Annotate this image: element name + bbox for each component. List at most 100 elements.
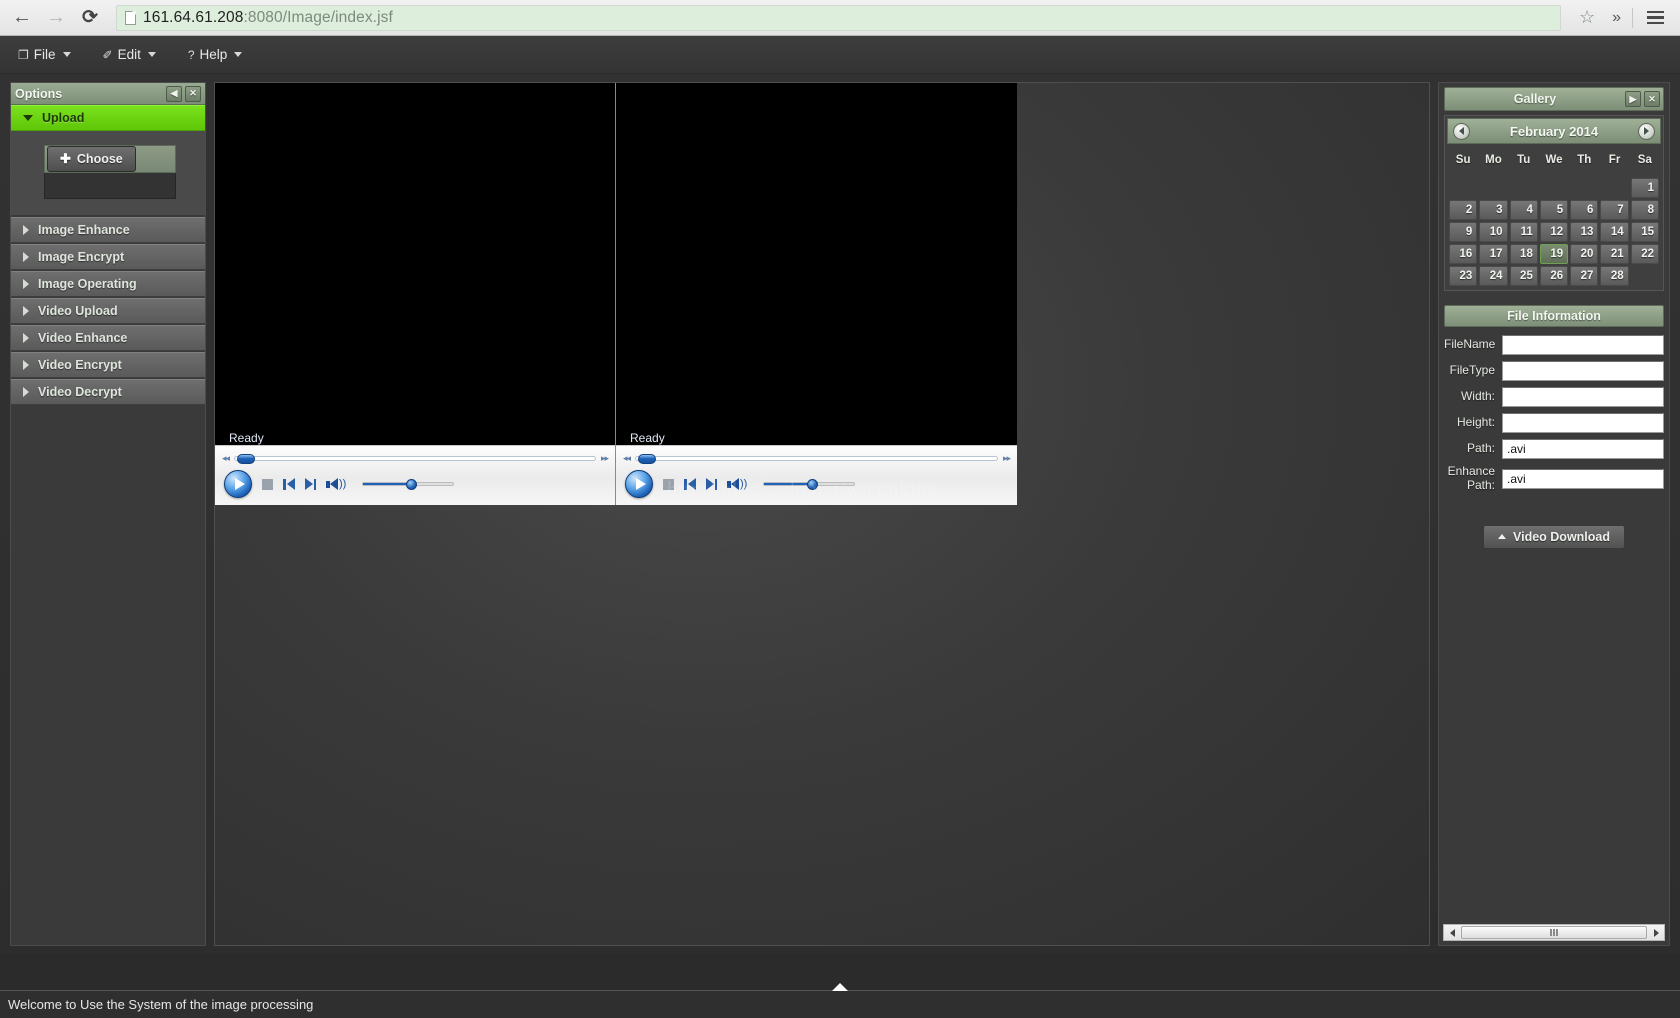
calendar-day[interactable]: 17: [1479, 244, 1508, 264]
next-button[interactable]: [304, 478, 316, 490]
field-width-input[interactable]: [1502, 387, 1664, 407]
play-button[interactable]: [224, 470, 252, 498]
menu-edit-label: Edit: [117, 47, 141, 62]
accordion-video-enhance[interactable]: Video Enhance: [11, 325, 205, 351]
play-button[interactable]: [625, 470, 653, 498]
calendar-day[interactable]: 23: [1449, 266, 1478, 286]
calendar-day[interactable]: 8: [1630, 200, 1659, 220]
scroll-right-button[interactable]: [1648, 925, 1664, 940]
field-path-input[interactable]: .avi: [1502, 439, 1664, 459]
calendar-day[interactable]: 21: [1600, 244, 1629, 264]
collapse-left-icon[interactable]: ◀: [166, 85, 182, 102]
calendar-next-month-button[interactable]: [1638, 122, 1655, 140]
calendar-day[interactable]: 7: [1600, 200, 1629, 220]
forward-icon[interactable]: →: [42, 4, 70, 32]
seek-thumb[interactable]: [237, 453, 256, 464]
calendar-day[interactable]: 5: [1539, 200, 1569, 220]
calendar-day[interactable]: 13: [1570, 222, 1599, 242]
rewind-icon[interactable]: ◂◂: [222, 453, 230, 464]
menu-help[interactable]: ? Help: [184, 44, 246, 65]
calendar-day[interactable]: 10: [1479, 222, 1508, 242]
calendar-day[interactable]: 20: [1570, 244, 1599, 264]
triangle-right-icon: [23, 279, 29, 289]
field-enhance-path-input[interactable]: .avi: [1502, 468, 1664, 489]
calendar-day[interactable]: 6: [1570, 200, 1599, 220]
video-surface-original[interactable]: [215, 83, 615, 423]
page-document-icon: [125, 10, 136, 25]
calendar-day[interactable]: 26: [1539, 266, 1569, 286]
workspace: Options ◀ ✕ Upload ✚ Choose Image Enhanc…: [0, 74, 1680, 954]
calendar-day[interactable]: 16: [1449, 244, 1478, 264]
calendar-day[interactable]: 25: [1509, 266, 1538, 286]
expand-right-icon[interactable]: ▶: [1625, 91, 1641, 107]
calendar-day[interactable]: 12: [1539, 222, 1569, 242]
volume-thumb[interactable]: [806, 479, 818, 490]
calendar-day[interactable]: 15: [1630, 222, 1659, 242]
menu-file[interactable]: ❐ File: [14, 44, 75, 65]
upload-dropzone[interactable]: [44, 173, 176, 199]
accordion-video-encrypt[interactable]: Video Encrypt: [11, 352, 205, 378]
scrollbar-thumb[interactable]: [1461, 926, 1647, 939]
choose-button[interactable]: ✚ Choose: [47, 146, 136, 172]
calendar-day[interactable]: 11: [1509, 222, 1538, 242]
bookmark-star-icon[interactable]: ☆: [1573, 7, 1601, 28]
field-filename-input[interactable]: [1502, 335, 1664, 355]
accordion-image-operating[interactable]: Image Operating: [11, 271, 205, 297]
accordion-video-decrypt[interactable]: Video Decrypt: [11, 379, 205, 405]
overflow-chevron-icon[interactable]: »: [1607, 9, 1626, 27]
next-button[interactable]: [705, 478, 717, 490]
field-width-label: Width:: [1460, 389, 1495, 404]
rewind-icon[interactable]: ◂◂: [623, 453, 631, 464]
fast-forward-icon[interactable]: ▸▸: [1003, 453, 1011, 464]
field-filename: FileName: [1444, 335, 1664, 355]
calendar-day[interactable]: 9: [1449, 222, 1478, 242]
calendar: February 2014 Su Mo Tu We Th Fr Sa 1 2 3…: [1444, 115, 1664, 291]
accordion-image-encrypt[interactable]: Image Encrypt: [11, 244, 205, 270]
address-bar[interactable]: 161.64.61.208:8080/Image/index.jsf: [116, 4, 1561, 31]
volume-slider[interactable]: [362, 479, 455, 490]
plus-icon: ✚: [60, 151, 71, 166]
volume-thumb[interactable]: [405, 479, 417, 490]
accordion-image-enhance[interactable]: Image Enhance: [11, 217, 205, 243]
calendar-day[interactable]: 1: [1630, 178, 1659, 198]
menu-edit[interactable]: ✐ Edit: [99, 44, 160, 65]
calendar-day[interactable]: 2: [1449, 200, 1478, 220]
gallery-horizontal-scrollbar[interactable]: [1443, 924, 1665, 941]
calendar-day[interactable]: 4: [1509, 200, 1538, 220]
volume-button[interactable]: )): [326, 478, 346, 490]
scroll-left-button[interactable]: [1444, 925, 1460, 940]
menu-hamburger-icon[interactable]: [1639, 10, 1672, 25]
stop-button[interactable]: [663, 478, 674, 490]
stop-button[interactable]: [262, 478, 273, 490]
video-player-original: Ready ◂◂ ▸▸ )): [215, 83, 616, 505]
volume-slider[interactable]: [763, 479, 856, 490]
seek-thumb[interactable]: [638, 453, 657, 464]
close-icon[interactable]: ✕: [185, 85, 201, 102]
calendar-day-today[interactable]: 19: [1539, 244, 1569, 264]
weekday-sa: Sa: [1637, 154, 1652, 166]
accordion-video-upload[interactable]: Video Upload: [11, 298, 205, 324]
calendar-day[interactable]: 3: [1479, 200, 1508, 220]
field-filetype-input[interactable]: [1502, 361, 1664, 381]
calendar-day[interactable]: 18: [1509, 244, 1538, 264]
calendar-day[interactable]: 22: [1630, 244, 1659, 264]
calendar-day[interactable]: 28: [1600, 266, 1629, 286]
accordion-upload[interactable]: Upload: [11, 105, 205, 131]
back-icon[interactable]: ←: [8, 4, 36, 32]
seek-slider[interactable]: [635, 453, 998, 464]
reload-icon[interactable]: ⟳: [76, 4, 104, 32]
triangle-right-icon: [23, 252, 29, 262]
calendar-day[interactable]: 14: [1600, 222, 1629, 242]
video-download-button[interactable]: Video Download: [1483, 524, 1625, 549]
field-height-input[interactable]: [1502, 413, 1664, 433]
previous-button[interactable]: [684, 478, 696, 490]
fast-forward-icon[interactable]: ▸▸: [601, 453, 609, 464]
video-surface-processed[interactable]: [616, 83, 1017, 423]
calendar-prev-month-button[interactable]: [1453, 122, 1470, 140]
close-icon[interactable]: ✕: [1644, 91, 1660, 107]
calendar-day[interactable]: 27: [1570, 266, 1599, 286]
volume-button[interactable]: )): [727, 478, 747, 490]
previous-button[interactable]: [283, 478, 295, 490]
seek-slider[interactable]: [234, 453, 596, 464]
calendar-day[interactable]: 24: [1479, 266, 1508, 286]
